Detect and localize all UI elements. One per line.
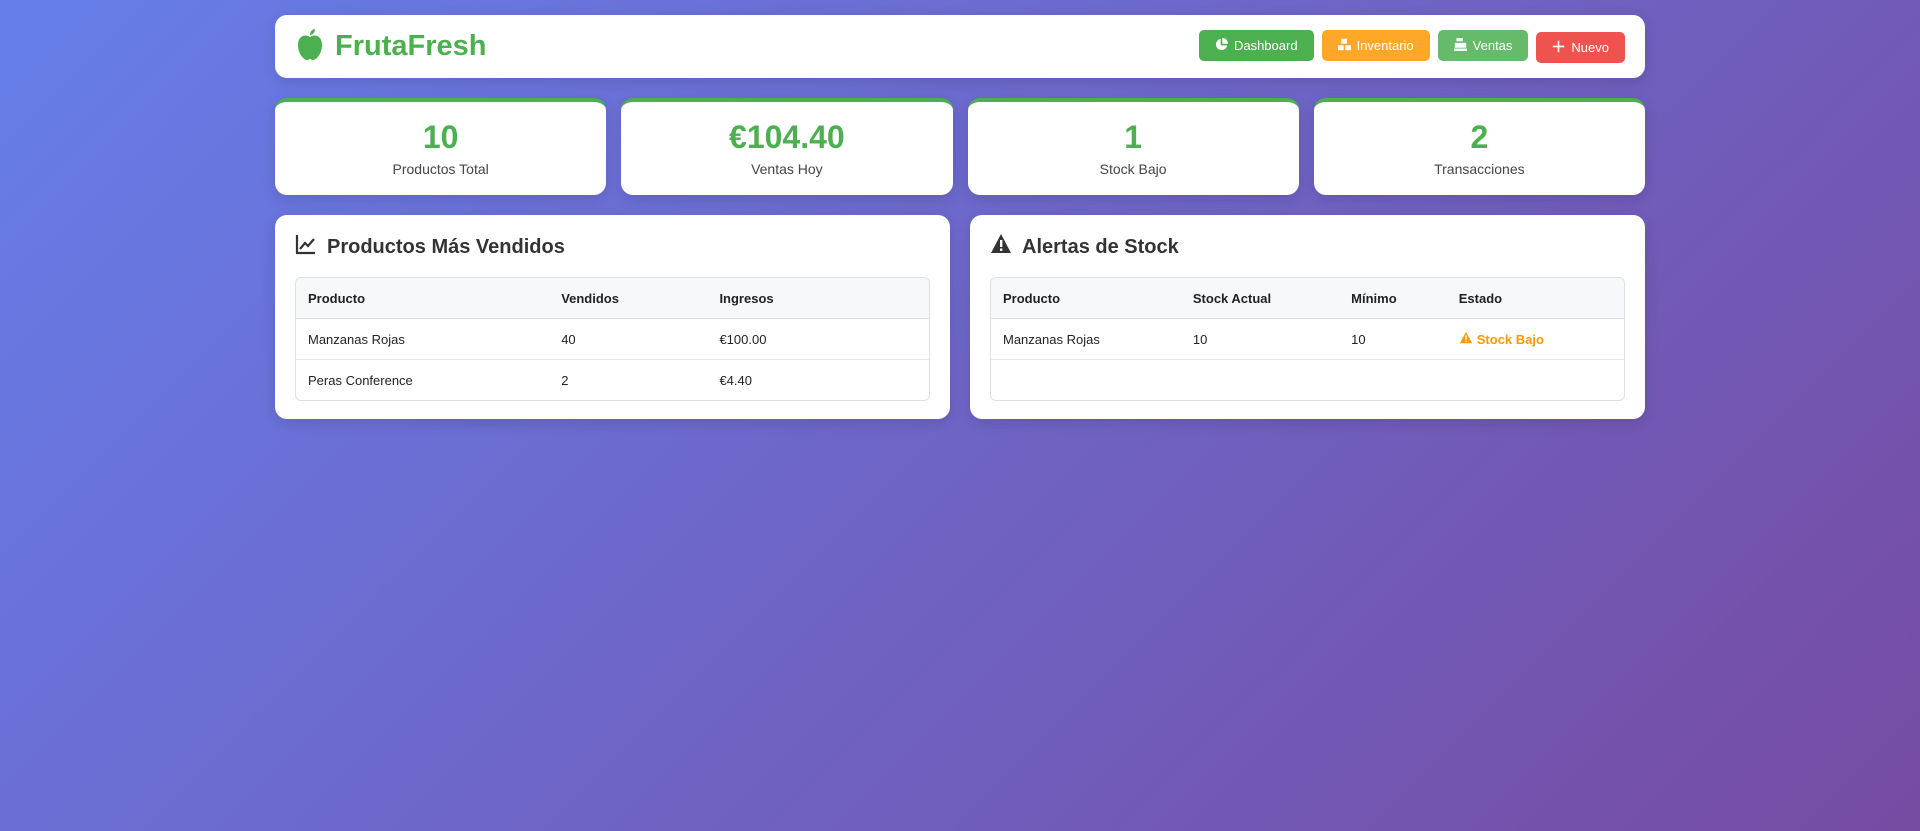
stat-label: Ventas Hoy — [751, 161, 823, 178]
table-cell: €100.00 — [707, 318, 929, 360]
stat-value: €104.40 — [729, 118, 845, 155]
inventario-label: Inventario — [1356, 38, 1414, 53]
table-cell: Manzanas Rojas — [296, 318, 550, 360]
warning-icon — [1459, 331, 1473, 348]
table-header-row: Producto Stock Actual Mínimo Estado — [991, 278, 1624, 319]
column-header: Estado — [1446, 278, 1624, 319]
panel-title: Productos Más Vendidos — [295, 233, 930, 261]
stats-row: 10 Productos Total €104.40 Ventas Hoy 1 … — [275, 98, 1645, 195]
stat-label: Productos Total — [392, 161, 489, 178]
stat-label: Transacciones — [1434, 161, 1525, 178]
table-row: Peras Conference 2 €4.40 — [296, 360, 929, 401]
ventas-label: Ventas — [1472, 38, 1513, 53]
table-cell: Manzanas Rojas — [991, 318, 1181, 360]
column-header: Ingresos — [707, 278, 929, 319]
status-badge: Stock Bajo — [1459, 331, 1544, 348]
status-text: Stock Bajo — [1476, 331, 1544, 347]
ventas-button[interactable]: Ventas — [1437, 30, 1529, 61]
dashboard-button[interactable]: Dashboard — [1198, 30, 1314, 61]
column-header: Vendidos — [549, 278, 708, 319]
main-nav: Dashboard Inventario Ventas Nuevo — [1198, 30, 1625, 63]
boxes-icon — [1337, 38, 1351, 54]
table-row: Manzanas Rojas 10 10 Stock Bajo — [991, 318, 1624, 360]
panel-title-text: Alertas de Stock — [1022, 235, 1179, 258]
chart-pie-icon — [1215, 37, 1228, 54]
cash-register-icon — [1453, 37, 1467, 54]
stat-card-stock-bajo: 1 Stock Bajo — [967, 98, 1299, 195]
stat-card-transacciones: 2 Transacciones — [1313, 98, 1645, 195]
table-row: Manzanas Rojas 40 €100.00 — [296, 318, 929, 360]
panel-title: Alertas de Stock — [990, 233, 1625, 261]
panel-title-text: Productos Más Vendidos — [327, 235, 565, 258]
logo[interactable]: FrutaFresh — [295, 27, 486, 66]
header: FrutaFresh Dashboard Inventario Ventas N… — [275, 15, 1645, 78]
table-cell: 2 — [561, 372, 569, 388]
stock-alerts-panel: Alertas de Stock Producto Stock Actual M… — [970, 215, 1645, 419]
warning-icon — [990, 233, 1012, 261]
stat-value: 2 — [1470, 118, 1489, 155]
inventario-button[interactable]: Inventario — [1321, 30, 1430, 61]
dashboard-label: Dashboard — [1233, 38, 1298, 53]
chart-line-icon — [295, 233, 317, 261]
table-cell: 10 — [1339, 318, 1447, 360]
table-cell: Stock Bajo — [1446, 318, 1624, 360]
panels-row: Productos Más Vendidos Producto Vendidos… — [275, 215, 1645, 419]
apple-icon — [295, 27, 325, 66]
stat-card-productos: 10 Productos Total — [275, 98, 607, 195]
stat-value: 10 — [422, 118, 459, 155]
table-cell: Peras Conference — [308, 372, 413, 388]
table-header-row: Producto Vendidos Ingresos — [296, 278, 929, 319]
column-header: Mínimo — [1339, 278, 1447, 319]
stat-value: 1 — [1124, 118, 1143, 155]
top-products-table: Producto Vendidos Ingresos Manzanas Roja… — [295, 277, 930, 401]
table-cell: 10 — [1180, 318, 1340, 360]
column-header: Producto — [296, 278, 550, 319]
plus-icon — [1552, 40, 1565, 56]
app-container: FrutaFresh Dashboard Inventario Ventas N… — [275, 0, 1645, 419]
table-row-empty — [991, 360, 1624, 401]
nuevo-label: Nuevo — [1571, 40, 1609, 55]
stat-label: Stock Bajo — [1099, 161, 1167, 178]
app-title: FrutaFresh — [335, 30, 487, 62]
table-cell: €4.40 — [719, 372, 752, 388]
stock-alerts-table: Producto Stock Actual Mínimo Estado Manz… — [990, 277, 1625, 401]
top-products-panel: Productos Más Vendidos Producto Vendidos… — [275, 215, 950, 419]
column-header: Stock Actual — [1180, 278, 1340, 319]
stat-card-ventas: €104.40 Ventas Hoy — [621, 98, 953, 195]
table-cell: 40 — [549, 318, 708, 360]
column-header: Producto — [991, 278, 1181, 319]
nuevo-button[interactable]: Nuevo — [1536, 32, 1625, 63]
